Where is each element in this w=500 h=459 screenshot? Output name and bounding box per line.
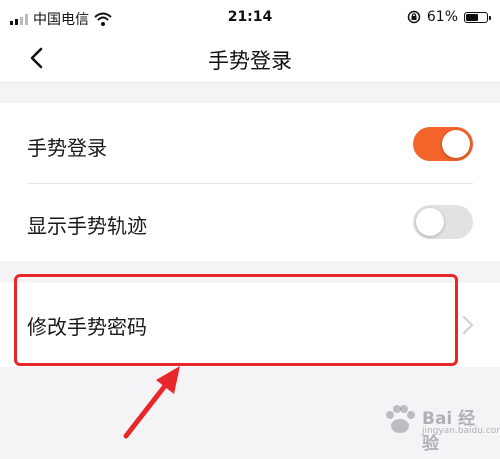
- battery-icon: [464, 11, 491, 23]
- gesture-login-label: 手势登录: [27, 136, 107, 160]
- toggle-knob: [416, 208, 444, 236]
- show-trail-row: 显示手势轨迹: [0, 183, 500, 261]
- watermark-brand: Bai 经验: [422, 409, 476, 454]
- rotation-lock-icon: [407, 10, 421, 24]
- show-trail-label: 显示手势轨迹: [27, 214, 147, 238]
- page-title: 手势登录: [208, 49, 292, 73]
- watermark: Bai 经验 jingyan.baidu.com: [382, 398, 500, 454]
- paw-icon: [386, 405, 415, 433]
- toggle-knob: [442, 130, 470, 158]
- change-password-label: 修改手势密码: [27, 315, 147, 339]
- chevron-right-icon: [463, 316, 474, 334]
- gesture-login-toggle[interactable]: [413, 127, 473, 161]
- battery-percent: 61%: [426, 9, 458, 25]
- annotation-arrow-icon: [123, 366, 180, 439]
- status-right: 61%: [407, 9, 491, 25]
- nav-bar: 手势登录: [0, 34, 500, 83]
- status-bar: 中国电信 21:14 61%: [0, 0, 500, 34]
- settings-card: 手势登录 显示手势轨迹: [0, 103, 500, 261]
- change-password-row[interactable]: 修改手势密码: [0, 283, 500, 367]
- change-password-card: 修改手势密码: [0, 283, 500, 367]
- gesture-login-row: 手势登录: [0, 105, 500, 183]
- show-trail-toggle[interactable]: [413, 205, 473, 239]
- watermark-url: jingyan.baidu.com: [422, 426, 500, 436]
